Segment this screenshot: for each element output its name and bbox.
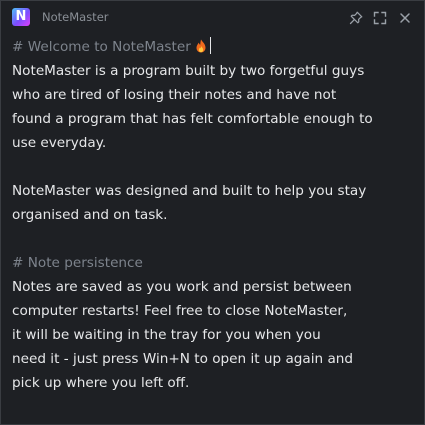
note-line-text: it will be waiting in the tray for you w… [12,327,321,343]
title-bar[interactable]: N NoteMaster [1,1,424,34]
note-line-text: NoteMaster was designed and built to hel… [12,183,367,199]
note-line-text: need it - just press Win+N to open it up… [12,351,354,367]
note-line-text: who are tired of losing their notes and … [12,87,337,103]
note-line-text: found a program that has felt comfortabl… [12,111,373,127]
note-text-line: need it - just press Win+N to open it up… [12,347,412,371]
note-line-text: pick up where you left off. [12,375,190,391]
note-line-text: NoteMaster is a program built by two for… [12,63,365,79]
note-text-line: found a program that has felt comfortabl… [12,107,412,131]
note-line-text: organised and on task. [12,207,168,223]
note-heading-line: # Note persistence [12,251,412,275]
note-blank-line [12,155,412,179]
note-text-line: it will be waiting in the tray for you w… [12,323,412,347]
maximize-button[interactable] [371,9,389,27]
note-text-line: pick up where you left off. [12,371,412,395]
note-editor[interactable]: # Welcome to NoteMaster NoteMaster is a p… [12,35,412,395]
note-text-line: organised and on task. [12,203,412,227]
maximize-icon [373,11,387,25]
app-logo-letter: N [15,9,27,24]
note-text-line: use everyday. [12,131,412,155]
note-line-text: use everyday. [12,135,107,151]
close-button[interactable] [396,9,414,27]
note-line-text: # Note persistence [12,255,143,271]
note-line-text: computer restarts! Feel free to close No… [12,303,348,319]
note-text-line: NoteMaster was designed and built to hel… [12,179,412,203]
fire-icon [196,39,206,53]
note-line-text: Notes are saved as you work and persist … [12,279,352,295]
pin-button[interactable] [347,9,365,27]
note-text-line: Notes are saved as you work and persist … [12,275,412,299]
pin-icon [349,11,363,25]
text-caret [209,37,211,54]
note-text-line: computer restarts! Feel free to close No… [12,299,412,323]
app-logo: N [12,8,30,26]
app-title: NoteMaster [42,10,109,24]
close-icon [400,13,410,23]
note-heading-line: # Welcome to NoteMaster [12,35,412,59]
note-blank-line [12,227,412,251]
note-line-text: # Welcome to NoteMaster [12,39,191,55]
note-text-line: who are tired of losing their notes and … [12,83,412,107]
notemaster-window: N NoteMaster # Welcome to NoteMaster Note… [0,0,425,425]
note-text-line: NoteMaster is a program built by two for… [12,59,412,83]
